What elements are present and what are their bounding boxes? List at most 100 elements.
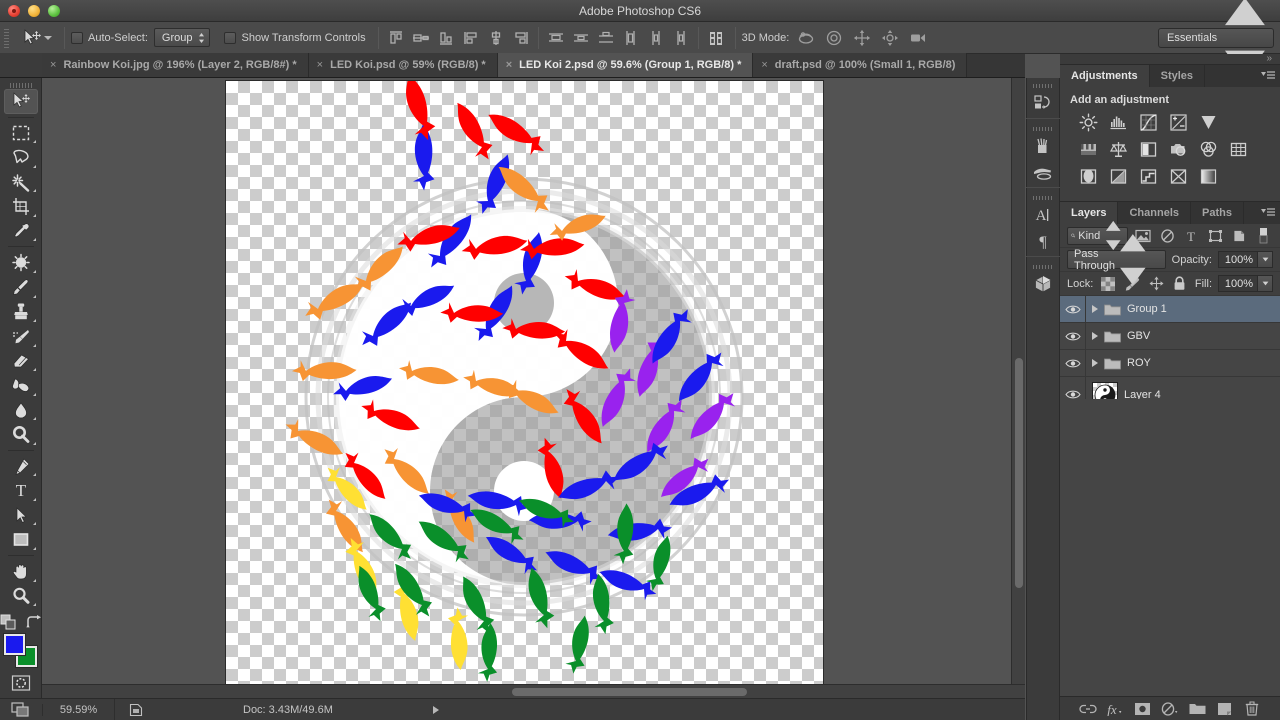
move-tool[interactable] — [4, 89, 38, 114]
close-icon[interactable]: × — [50, 60, 56, 71]
filter-smart-objects-icon[interactable] — [1231, 227, 1249, 245]
hand-tool[interactable] — [4, 559, 38, 584]
link-layers-icon[interactable] — [1078, 700, 1098, 718]
document-canvas[interactable] — [226, 81, 823, 698]
gradient-map-icon[interactable] — [1198, 166, 1218, 186]
gradient-tool[interactable] — [4, 373, 38, 398]
history-brush-tool[interactable] — [4, 324, 38, 349]
document-tab[interactable]: × LED Koi.psd @ 59% (RGB/8) * — [309, 53, 498, 77]
channel-mixer-icon[interactable] — [1198, 139, 1218, 159]
document-tab-active[interactable]: × LED Koi 2.psd @ 59.6% (Group 1, RGB/8)… — [498, 53, 754, 77]
3d-panel-icon[interactable] — [1029, 271, 1057, 297]
selective-color-icon[interactable] — [1168, 166, 1188, 186]
document-tab[interactable]: × draft.psd @ 100% (Small 1, RGB/8) — [753, 53, 967, 77]
scrollbar-thumb[interactable] — [512, 688, 747, 696]
dock-grip[interactable] — [1033, 82, 1053, 90]
posterize-icon[interactable] — [1108, 166, 1128, 186]
rectangle-tool[interactable] — [4, 527, 38, 552]
tab-channels[interactable]: Channels — [1118, 202, 1191, 224]
history-panel-icon[interactable] — [1029, 90, 1057, 116]
fill-stepper[interactable] — [1258, 275, 1273, 292]
tab-paths[interactable]: Paths — [1191, 202, 1244, 224]
distribute-right-edges-icon[interactable] — [670, 27, 692, 49]
lock-transparent-pixels-icon[interactable] — [1099, 275, 1117, 293]
auto-select-checkbox[interactable] — [71, 32, 83, 44]
align-horizontal-centers-icon[interactable] — [485, 27, 507, 49]
lock-position-icon[interactable] — [1147, 275, 1165, 293]
layer-list-empty-space[interactable] — [1060, 399, 1280, 696]
roll-3d-object-icon[interactable] — [823, 27, 845, 49]
hue-saturation-icon[interactable] — [1078, 139, 1098, 159]
magic-wand-tool[interactable] — [4, 170, 38, 195]
eyedropper-tool[interactable] — [4, 219, 38, 244]
canvas-vertical-scrollbar[interactable] — [1011, 78, 1025, 698]
paragraph-panel-icon[interactable]: ¶ — [1029, 228, 1057, 254]
blend-mode-select[interactable]: Pass Through — [1067, 250, 1166, 269]
exposure-icon[interactable] — [1168, 112, 1188, 132]
filter-type-layers-icon[interactable]: T — [1182, 227, 1200, 245]
layer-visibility-toggle[interactable] — [1060, 296, 1086, 322]
brush-tool[interactable] — [4, 275, 38, 300]
brightness-contrast-icon[interactable] — [1078, 112, 1098, 132]
dodge-tool[interactable] — [4, 422, 38, 447]
path-selection-tool[interactable] — [4, 503, 38, 528]
vibrance-icon[interactable] — [1198, 112, 1218, 132]
add-layer-mask-icon[interactable] — [1133, 700, 1153, 718]
align-top-edges-icon[interactable] — [385, 27, 407, 49]
screen-mode-icon[interactable] — [0, 699, 42, 720]
scrollbar-thumb[interactable] — [1015, 358, 1023, 588]
canvas-horizontal-scrollbar[interactable] — [42, 684, 1025, 698]
panel-menu-icon[interactable] — [1261, 207, 1275, 219]
align-left-edges-icon[interactable] — [460, 27, 482, 49]
distribute-top-edges-icon[interactable] — [545, 27, 567, 49]
lock-image-pixels-icon[interactable] — [1123, 275, 1141, 293]
fill-value[interactable]: 100% — [1218, 275, 1258, 292]
levels-icon[interactable] — [1108, 112, 1128, 132]
scale-3d-object-icon[interactable] — [907, 27, 929, 49]
rotate-3d-object-icon[interactable] — [795, 27, 817, 49]
foreground-color-swatch[interactable] — [4, 634, 25, 655]
layer-visibility-toggle[interactable] — [1060, 350, 1086, 376]
delete-layer-icon[interactable] — [1242, 700, 1262, 718]
distribute-bottom-edges-icon[interactable] — [595, 27, 617, 49]
workspace-select[interactable]: Essentials — [1158, 28, 1274, 48]
blur-tool[interactable] — [4, 398, 38, 423]
align-bottom-edges-icon[interactable] — [435, 27, 457, 49]
distribute-horizontal-centers-icon[interactable] — [645, 27, 667, 49]
collapse-panels-icon[interactable]: » — [1266, 53, 1272, 64]
status-expand-arrow[interactable] — [433, 706, 439, 714]
layer-row-group-1[interactable]: Group 1 — [1060, 296, 1280, 323]
panel-menu-icon[interactable] — [1261, 70, 1275, 82]
group-disclosure-triangle[interactable] — [1092, 305, 1098, 313]
group-disclosure-triangle[interactable] — [1092, 332, 1098, 340]
panel-collapse-bar[interactable]: » — [1060, 54, 1280, 64]
distribute-vertical-centers-icon[interactable] — [570, 27, 592, 49]
spot-healing-brush-tool[interactable] — [4, 250, 38, 275]
rectangular-marquee-tool[interactable] — [4, 121, 38, 146]
invert-icon[interactable] — [1078, 166, 1098, 186]
lasso-tool[interactable] — [4, 145, 38, 170]
auto-select-scope-select[interactable]: Group — [154, 28, 210, 47]
curves-icon[interactable] — [1138, 112, 1158, 132]
zoom-tool[interactable] — [4, 584, 38, 609]
filter-shape-layers-icon[interactable] — [1206, 227, 1224, 245]
brush-presets-panel-icon[interactable] — [1029, 159, 1057, 185]
character-panel-icon[interactable]: A — [1029, 202, 1057, 228]
lock-all-icon[interactable] — [1171, 275, 1189, 293]
layer-row-roy[interactable]: ROY — [1060, 350, 1280, 377]
quick-mask-mode-button[interactable] — [4, 671, 38, 696]
distribute-left-edges-icon[interactable] — [620, 27, 642, 49]
canvas-area[interactable] — [42, 78, 1025, 698]
slide-3d-object-icon[interactable] — [879, 27, 901, 49]
add-layer-style-icon[interactable]: fx — [1105, 700, 1125, 718]
layer-visibility-toggle[interactable] — [1060, 323, 1086, 349]
filter-enable-toggle[interactable] — [1255, 227, 1273, 245]
swap-colors-icon[interactable] — [26, 615, 42, 630]
color-lookup-icon[interactable] — [1228, 139, 1248, 159]
tool-preset-picker[interactable] — [14, 27, 58, 49]
drag-3d-object-icon[interactable] — [851, 27, 873, 49]
close-icon[interactable]: × — [761, 60, 767, 71]
zoom-level[interactable]: 59.59% — [42, 704, 114, 716]
pen-tool[interactable] — [4, 454, 38, 479]
new-layer-icon[interactable] — [1215, 700, 1235, 718]
